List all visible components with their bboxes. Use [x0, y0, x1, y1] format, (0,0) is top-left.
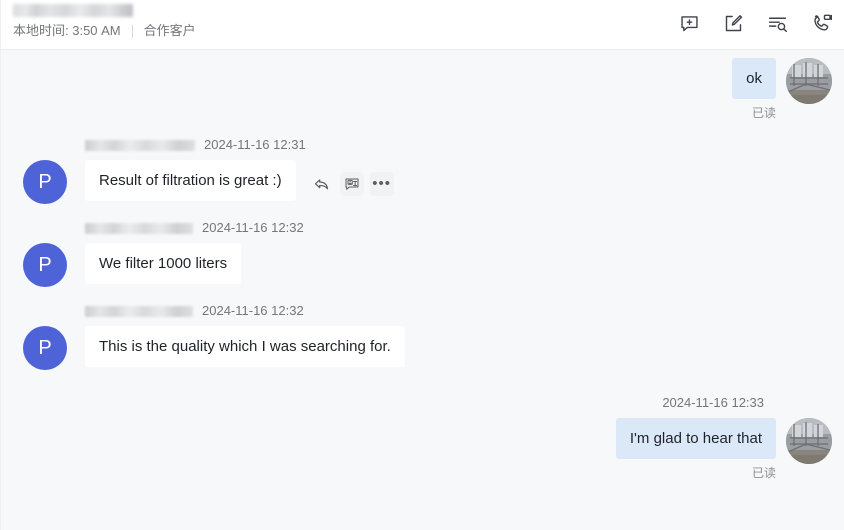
message-outgoing-stack: I'm glad to hear that 已读	[615, 418, 776, 481]
header-divider	[131, 24, 133, 38]
message-body: P We filter 1000 liters	[13, 243, 832, 287]
chat-header-actions	[676, 10, 834, 36]
message-bubble-incoming[interactable]: Result of filtration is great :)	[85, 160, 296, 201]
message-row-incoming: 2024-11-16 12:32 P This is the quality w…	[1, 301, 844, 370]
sender-name-redacted	[85, 222, 193, 234]
message-timestamp: 2024-11-16 12:32	[202, 220, 304, 235]
read-receipt-status: 已读	[751, 466, 776, 480]
compose-icon[interactable]	[720, 10, 746, 36]
read-receipt-status: 已读	[751, 106, 776, 120]
message-meta: 2024-11-16 12:32	[13, 218, 832, 238]
chat-header-subline: 本地时间: 3:50 AM 合作客户	[13, 22, 196, 40]
message-outgoing-stack: ok 已读	[732, 58, 776, 121]
message-bubble-incoming[interactable]: This is the quality which I was searchin…	[85, 326, 405, 367]
customer-tag-label: 合作客户	[143, 23, 196, 38]
chat-window: 本地时间: 3:50 AM 合作客户 ok 已读 2024-11-16 12:3…	[0, 0, 844, 530]
message-timestamp: 2024-11-16 12:33	[662, 395, 764, 410]
avatar-contact[interactable]: P	[23, 243, 67, 287]
sender-name-redacted	[85, 139, 195, 151]
message-meta: 2024-11-16 12:32	[13, 301, 832, 321]
message-hover-actions: •••	[310, 172, 394, 196]
message-meta: 2024-11-16 12:31	[13, 135, 832, 155]
message-body: P This is the quality which I was search…	[13, 326, 832, 370]
message-bubble-outgoing[interactable]: ok	[732, 58, 776, 99]
reply-icon[interactable]	[310, 172, 334, 196]
avatar-photo-graphic	[786, 418, 832, 464]
local-time-label: 本地时间: 3:50 AM	[13, 23, 121, 38]
message-bubble-incoming[interactable]: We filter 1000 liters	[85, 243, 242, 284]
message-bubble-outgoing[interactable]: I'm glad to hear that	[615, 418, 776, 459]
more-dots: •••	[372, 175, 391, 192]
contact-name-redacted	[13, 4, 133, 17]
avatar-self[interactable]	[786, 58, 832, 104]
message-body: I'm glad to hear that 已读	[13, 418, 832, 481]
message-list[interactable]: ok 已读 2024-11-16 12:31 P Result of filtr…	[1, 50, 844, 530]
new-chat-icon[interactable]	[676, 10, 702, 36]
search-history-icon[interactable]	[764, 10, 790, 36]
translate-icon[interactable]	[339, 172, 364, 196]
message-timestamp: 2024-11-16 12:31	[204, 137, 306, 152]
avatar-contact[interactable]: P	[23, 326, 67, 370]
message-row-incoming: 2024-11-16 12:31 P Result of filtration …	[1, 135, 844, 204]
avatar-self[interactable]	[786, 418, 832, 464]
chat-header: 本地时间: 3:50 AM 合作客户	[1, 0, 844, 50]
message-row-outgoing: 2024-11-16 12:33 I'm glad to hear that 已…	[1, 394, 844, 481]
message-row-incoming: 2024-11-16 12:32 P We filter 1000 liters	[1, 218, 844, 287]
chat-header-identity: 本地时间: 3:50 AM 合作客户	[13, 4, 196, 40]
message-body: P Result of filtration is great :) •••	[13, 160, 832, 204]
sender-name-redacted	[85, 305, 193, 317]
message-row-outgoing: ok 已读	[1, 58, 844, 121]
more-icon[interactable]: •••	[369, 172, 394, 196]
avatar-contact[interactable]: P	[23, 160, 67, 204]
avatar-photo-graphic	[786, 58, 832, 104]
video-call-icon[interactable]	[808, 10, 834, 36]
message-timestamp: 2024-11-16 12:32	[202, 303, 304, 318]
